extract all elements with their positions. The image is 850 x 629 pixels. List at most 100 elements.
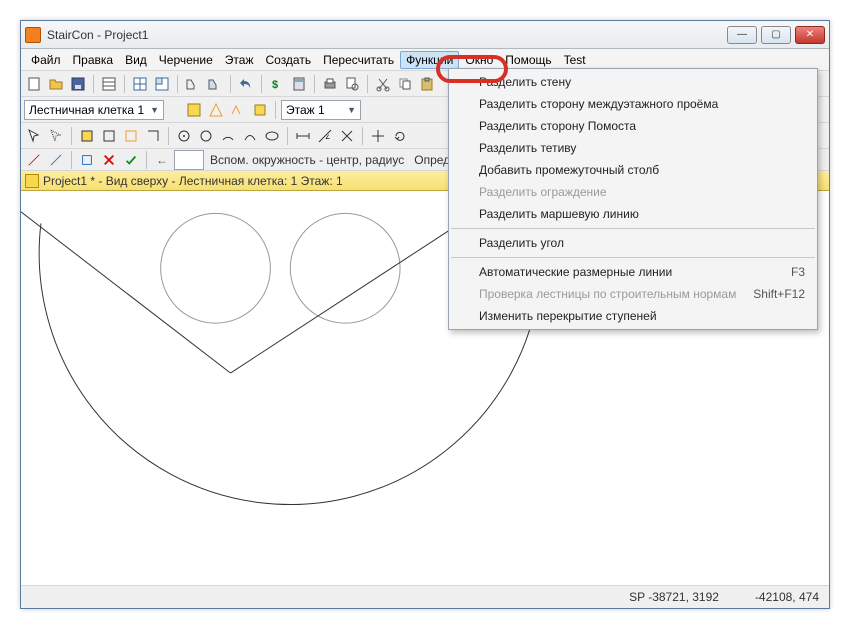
menu-item-label: Проверка лестницы по строительным нормам [479, 287, 736, 301]
menu-item[interactable]: Разделить маршевую линию [449, 203, 817, 225]
paste-icon[interactable] [417, 74, 437, 94]
open-icon[interactable] [46, 74, 66, 94]
undo-icon[interactable] [236, 74, 256, 94]
properties-icon[interactable] [99, 74, 119, 94]
dim-3-icon[interactable] [337, 126, 357, 146]
toolbar-separator [93, 75, 94, 93]
menu-вид[interactable]: Вид [119, 51, 153, 69]
rotate-icon[interactable] [390, 126, 410, 146]
menu-item[interactable]: Разделить сторону междуэтажного проёма [449, 93, 817, 115]
view-b-icon[interactable] [206, 100, 226, 120]
menu-item: Разделить ограждение [449, 181, 817, 203]
floor-select[interactable]: Этаж 1 [281, 100, 361, 120]
stairwell-value: Лестничная клетка 1 [29, 103, 144, 117]
circle-1-icon[interactable] [174, 126, 194, 146]
menu-пересчитать[interactable]: Пересчитать [317, 51, 400, 69]
toolbar-separator [314, 75, 315, 93]
menu-item[interactable]: Изменить перекрытие ступеней [449, 305, 817, 327]
layer-b-icon[interactable] [205, 74, 225, 94]
maximize-button[interactable]: ▢ [761, 26, 791, 44]
toolbar-separator [168, 127, 169, 145]
prompt-value-input[interactable] [174, 150, 204, 170]
dim-1-icon[interactable] [293, 126, 313, 146]
minimize-button[interactable]: — [727, 26, 757, 44]
arc-2-icon[interactable] [240, 126, 260, 146]
view-c-icon[interactable] [228, 100, 248, 120]
line-red-icon[interactable] [24, 150, 44, 170]
toolbar-separator [177, 75, 178, 93]
floor-value: Этаж 1 [286, 103, 325, 117]
doc-tab-label: Project1 * - Вид сверху - Лестничная кле… [43, 174, 343, 188]
cut-icon[interactable] [373, 74, 393, 94]
toolbar-separator [71, 151, 72, 169]
functions-dropdown: Разделить стену Разделить сторону междуэт… [448, 68, 818, 330]
arc-1-icon[interactable] [218, 126, 238, 146]
menu-item[interactable]: Разделить угол [449, 232, 817, 254]
menu-черчение[interactable]: Черчение [153, 51, 219, 69]
edit-icon[interactable] [77, 150, 97, 170]
status-sp: SP -38721, 3192 [629, 590, 719, 604]
pointer-icon[interactable] [24, 126, 44, 146]
menu-этаж[interactable]: Этаж [219, 51, 260, 69]
menu-файл[interactable]: Файл [25, 51, 67, 69]
reject-icon[interactable] [99, 150, 119, 170]
copy-icon[interactable] [395, 74, 415, 94]
back-icon[interactable]: ← [152, 150, 172, 170]
svg-text:∠: ∠ [325, 134, 330, 141]
view-a-icon[interactable] [184, 100, 204, 120]
print-preview-icon[interactable] [342, 74, 362, 94]
new-icon[interactable] [24, 74, 44, 94]
toolbar-separator [287, 127, 288, 145]
line-blue-icon[interactable] [46, 150, 66, 170]
grid-a-icon[interactable] [130, 74, 150, 94]
calc-icon[interactable] [289, 74, 309, 94]
menu-item-label: Добавить промежуточный столб [479, 163, 659, 177]
layer-a-icon[interactable] [183, 74, 203, 94]
menu-separator [451, 257, 815, 258]
menu-item[interactable]: Разделить тетиву [449, 137, 817, 159]
menu-помощь[interactable]: Помощь [499, 51, 557, 69]
toolbar-separator [71, 127, 72, 145]
view-d-icon[interactable] [250, 100, 270, 120]
menu-item[interactable]: Добавить промежуточный столб [449, 159, 817, 181]
cost-icon[interactable]: $ [267, 74, 287, 94]
save-icon[interactable] [68, 74, 88, 94]
move-icon[interactable] [368, 126, 388, 146]
menu-test[interactable]: Test [558, 51, 592, 69]
menu-item-label: Разделить маршевую линию [479, 207, 639, 221]
status-coord: -42108, 474 [755, 590, 819, 604]
circle-2-icon[interactable] [196, 126, 216, 146]
shape-2-icon[interactable] [99, 126, 119, 146]
menu-item[interactable]: Разделить сторону Помоста [449, 115, 817, 137]
toolbar-separator [124, 75, 125, 93]
menu-создать[interactable]: Создать [259, 51, 317, 69]
menu-item-label: Разделить ограждение [479, 185, 607, 199]
doc-tab-icon [25, 174, 39, 188]
print-icon[interactable] [320, 74, 340, 94]
shape-1-icon[interactable] [77, 126, 97, 146]
menu-окно[interactable]: Окно [459, 51, 499, 69]
grid-b-icon[interactable] [152, 74, 172, 94]
pointer-alt-icon[interactable] [46, 126, 66, 146]
close-button[interactable]: ✕ [795, 26, 825, 44]
window-controls: — ▢ ✕ [727, 26, 825, 44]
menu-правка[interactable]: Правка [67, 51, 120, 69]
accept-icon[interactable] [121, 150, 141, 170]
shape-4-icon[interactable] [143, 126, 163, 146]
menu-item[interactable]: Разделить стену [449, 71, 817, 93]
menu-item[interactable]: Автоматические размерные линииF3 [449, 261, 817, 283]
toolbar-separator [261, 75, 262, 93]
title-bar: StairCon - Project1 — ▢ ✕ [21, 21, 829, 49]
menu-item-label: Разделить сторону Помоста [479, 119, 636, 133]
menu-функции[interactable]: Функции [400, 51, 459, 69]
shape-3-icon[interactable] [121, 126, 141, 146]
ellipse-icon[interactable] [262, 126, 282, 146]
prompt-hint: Вспом. окружность - центр, радиус [206, 153, 408, 167]
dim-2-icon[interactable]: ∠ [315, 126, 335, 146]
toolbar-separator [230, 75, 231, 93]
menu-item-shortcut: Shift+F12 [753, 287, 805, 301]
stairwell-select[interactable]: Лестничная клетка 1 [24, 100, 164, 120]
menu-item-label: Разделить стену [479, 75, 571, 89]
status-bar: SP -38721, 3192 -42108, 474 [21, 586, 829, 608]
toolbar-separator [362, 127, 363, 145]
